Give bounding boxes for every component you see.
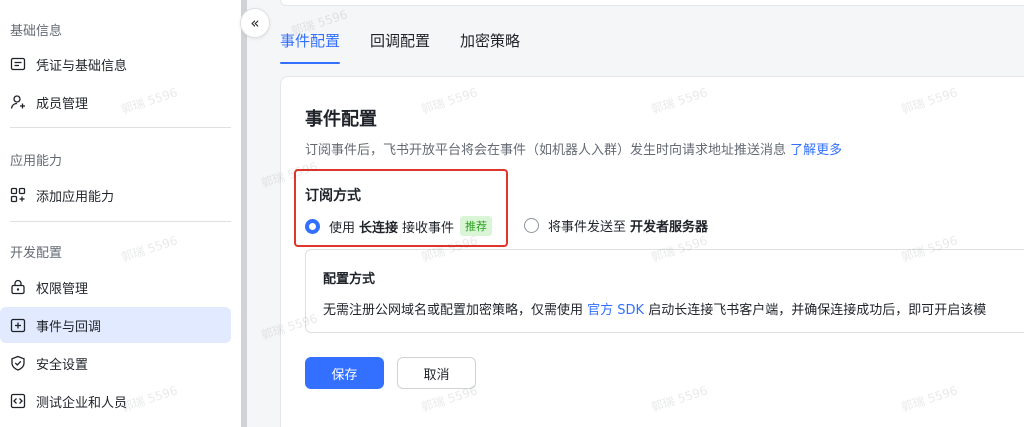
event-icon — [10, 317, 26, 333]
user-add-icon — [10, 94, 26, 110]
tab-event-config[interactable]: 事件配置 — [280, 28, 341, 64]
sidebar-item-add-capability[interactable]: 添加应用能力 — [0, 177, 231, 213]
sidebar-item-test-enterprise[interactable]: 测试企业和人员 — [0, 383, 231, 419]
option-strong-text: 长连接 — [359, 220, 399, 236]
sidebar-item-label: 安全设置 — [36, 357, 89, 373]
top-card-edge — [280, 0, 1024, 6]
sidebar-group-dev-config: 开发配置 — [10, 246, 63, 261]
grid-add-icon — [10, 187, 26, 203]
option-strong-text: 开发者服务器 — [630, 220, 709, 235]
sidebar-item-label: 添加应用能力 — [36, 189, 115, 205]
option-text: 使用 — [329, 220, 356, 236]
save-button[interactable]: 保存 — [305, 357, 384, 389]
tab-encryption-strategy[interactable]: 加密策略 — [460, 28, 520, 64]
sidebar-scrollbar[interactable] — [241, 0, 247, 427]
description-text: 订阅事件后，飞书开放平台将会在事件（如机器人入群）发生时向请求地址推送消息 — [305, 143, 787, 158]
option-developer-server[interactable]: 将事件发送至 开发者服务器 — [524, 216, 712, 235]
tab-callback-config[interactable]: 回调配置 — [370, 28, 430, 64]
option-long-connection[interactable]: 使用 长连接 接收事件 推荐 — [305, 216, 493, 236]
subscription-method-title: 订阅方式 — [305, 188, 361, 204]
page-description: 订阅事件后，飞书开放平台将会在事件（如机器人入群）发生时向请求地址推送消息 了解… — [305, 139, 842, 158]
sidebar-item-security[interactable]: 安全设置 — [0, 345, 231, 381]
sidebar-item-credentials[interactable]: 凭证与基础信息 — [0, 46, 231, 82]
lock-icon — [10, 279, 26, 295]
sidebar-item-label: 事件与回调 — [36, 319, 102, 335]
sidebar-item-label: 凭证与基础信息 — [36, 58, 128, 74]
id-card-icon — [10, 56, 26, 72]
tab-bar: 事件配置 回调配置 加密策略 — [280, 28, 550, 64]
config-method-title: 配置方式 — [323, 272, 376, 287]
sidebar-item-label: 成员管理 — [36, 96, 89, 112]
sidebar-item-label: 权限管理 — [36, 281, 89, 297]
sidebar: 基础信息 凭证与基础信息 成员管理 应用能力 添加应用能力 开发配置 权限管理 … — [0, 0, 244, 427]
sidebar-item-permissions[interactable]: 权限管理 — [0, 269, 231, 305]
radio-checked[interactable] — [305, 218, 320, 234]
shield-icon — [10, 355, 26, 371]
config-method-desc: 无需注册公网域名或配置加密策略，仅需使用 官方 SDK 启动长连接飞书客户端，并… — [323, 299, 986, 318]
cancel-button[interactable]: 取消 — [397, 357, 476, 389]
option-text: 将事件发送至 — [548, 220, 627, 235]
recommended-badge: 推荐 — [460, 216, 493, 236]
config-method-box: 配置方式 无需注册公网域名或配置加密策略，仅需使用 官方 SDK 启动长连接飞书… — [305, 249, 1024, 333]
page-title: 事件配置 — [305, 109, 377, 130]
official-sdk-link[interactable]: 官方 SDK — [587, 303, 644, 318]
sidebar-divider — [10, 127, 231, 128]
code-icon — [10, 393, 26, 409]
sidebar-item-label: 测试企业和人员 — [36, 395, 128, 411]
option-text: 接收事件 — [402, 220, 455, 236]
sidebar-item-events[interactable]: 事件与回调 — [0, 307, 231, 343]
config-desc-text: 启动长连接飞书客户端，并确保连接成功后，即可开启该模 — [648, 303, 987, 318]
event-config-card: 事件配置 订阅事件后，飞书开放平台将会在事件（如机器人入群）发生时向请求地址推送… — [280, 76, 1024, 427]
config-desc-text: 无需注册公网域名或配置加密策略，仅需使用 — [323, 303, 584, 318]
sidebar-group-capabilities: 应用能力 — [10, 154, 63, 169]
collapse-sidebar-button[interactable]: « — [240, 8, 270, 38]
double-chevron-left-icon: « — [250, 14, 260, 32]
radio-unchecked[interactable] — [524, 218, 539, 233]
sidebar-item-members[interactable]: 成员管理 — [0, 84, 231, 120]
learn-more-link[interactable]: 了解更多 — [790, 143, 842, 158]
sidebar-divider — [10, 221, 231, 222]
sidebar-group-basic: 基础信息 — [10, 24, 63, 39]
